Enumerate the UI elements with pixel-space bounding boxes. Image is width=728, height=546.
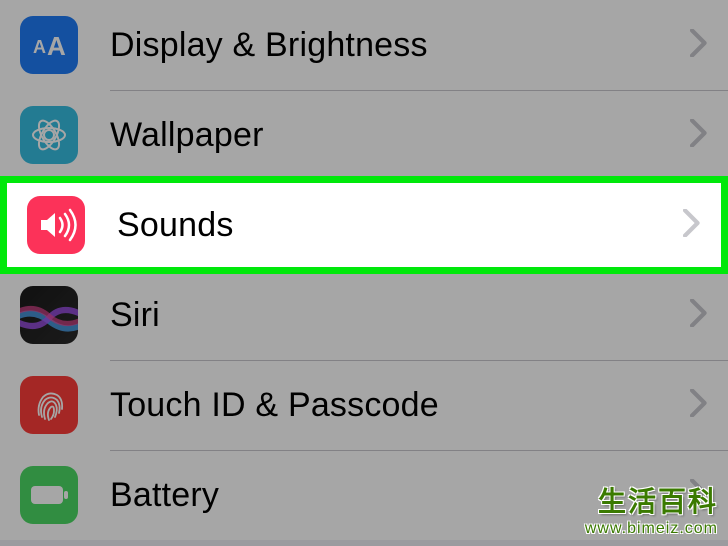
row-touch-id-passcode[interactable]: Touch ID & Passcode: [0, 360, 728, 450]
chevron-right-icon: [683, 209, 701, 242]
fingerprint-icon: [20, 376, 78, 434]
wallpaper-icon: [20, 106, 78, 164]
row-siri[interactable]: Siri: [0, 270, 728, 360]
siri-icon: [20, 286, 78, 344]
battery-icon: [20, 466, 78, 524]
display-icon: A A: [20, 16, 78, 74]
row-label: Display & Brightness: [110, 26, 690, 65]
row-label: Siri: [110, 296, 690, 335]
row-label: Wallpaper: [110, 116, 690, 155]
chevron-right-icon: [690, 29, 708, 62]
row-sounds[interactable]: Sounds: [0, 176, 728, 274]
sounds-icon: [27, 196, 85, 254]
svg-text:A: A: [47, 31, 66, 60]
chevron-right-icon: [690, 299, 708, 332]
chevron-right-icon: [690, 119, 708, 152]
watermark: 生活百科 www.bimeiz.com: [585, 480, 718, 538]
settings-list: A A Display & Brightness Wallpaper: [0, 0, 728, 540]
svg-text:A: A: [33, 37, 46, 57]
chevron-right-icon: [690, 389, 708, 422]
watermark-url: www.bimeiz.com: [585, 520, 718, 538]
row-wallpaper[interactable]: Wallpaper: [0, 90, 728, 180]
row-display-brightness[interactable]: A A Display & Brightness: [0, 0, 728, 90]
watermark-title: 生活百科: [585, 480, 718, 520]
row-label: Sounds: [117, 206, 683, 245]
row-label: Touch ID & Passcode: [110, 386, 690, 425]
